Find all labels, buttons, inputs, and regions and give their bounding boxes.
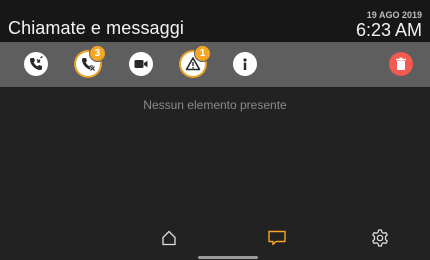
nav-messages-button[interactable] — [265, 228, 289, 252]
home-indicator-bar[interactable] — [198, 256, 258, 259]
settings-icon — [370, 228, 390, 253]
video-icon — [133, 56, 149, 72]
filter-toolbar: 3 1 — [0, 42, 430, 87]
header-bar: Chiamate e messaggi 19 AGO 2019 6:23 AM — [0, 0, 430, 42]
empty-list-message: Nessun elemento presente — [143, 98, 287, 112]
video-messages-filter-button[interactable] — [129, 52, 153, 76]
missed-calls-filter-button[interactable]: 3 — [76, 45, 106, 76]
info-icon — [237, 56, 253, 72]
call-log-icon — [28, 56, 44, 72]
nav-home-button[interactable] — [157, 228, 181, 252]
trash-icon — [393, 56, 409, 72]
clock-time: 6:23 AM — [355, 20, 422, 40]
delete-all-button[interactable] — [389, 52, 413, 76]
call-log-filter-button[interactable] — [24, 52, 48, 76]
date-label: 19 AGO 2019 — [366, 10, 422, 20]
alarms-filter-button[interactable]: 1 — [181, 45, 211, 76]
info-filter-button[interactable] — [233, 52, 257, 76]
alarms-count-badge: 1 — [194, 45, 211, 62]
missed-calls-count-badge: 3 — [89, 45, 106, 62]
message-icon — [267, 229, 287, 252]
nav-settings-button[interactable] — [368, 228, 392, 252]
page-title: Chiamate e messaggi — [8, 18, 184, 38]
home-icon — [160, 229, 178, 252]
